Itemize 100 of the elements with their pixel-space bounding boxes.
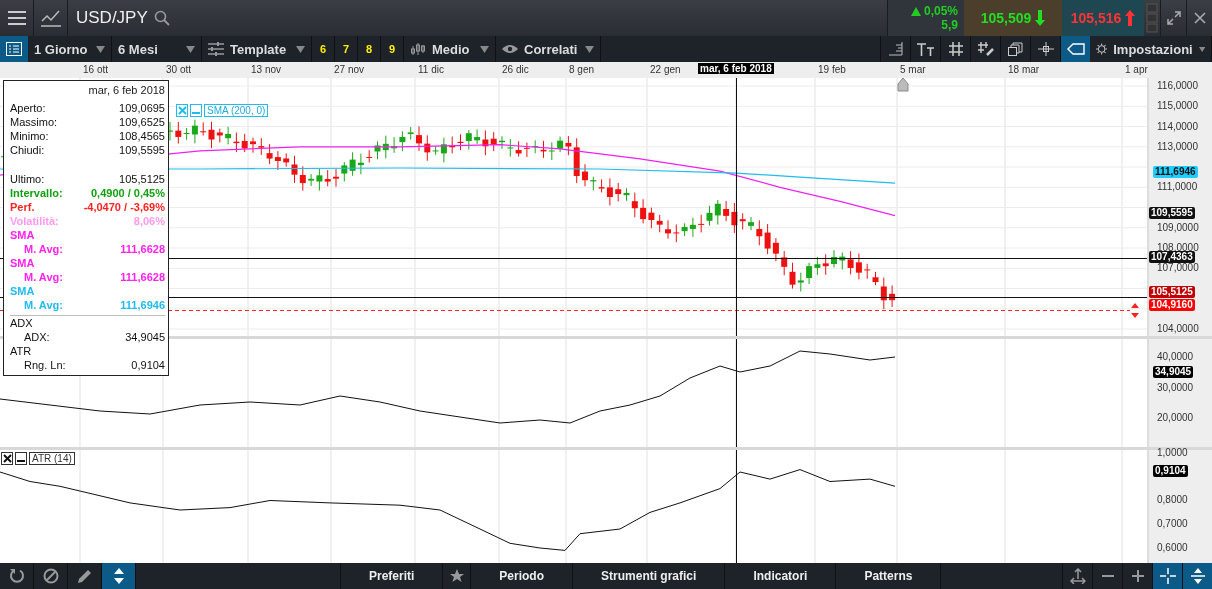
date-label: 30 ott [166,64,192,75]
date-label: 8 gen [569,64,595,75]
bottom-tab[interactable]: Periodo [471,563,574,589]
line-chart-icon [40,9,61,27]
axis-tick-label: 20,0000 [1157,412,1194,423]
eye-icon [502,44,518,54]
caret-icon [585,45,594,53]
info-value: 34,9045 [125,330,165,344]
minimize-icon [192,112,200,114]
info-value: 109,0695 [119,101,165,115]
axis-tick-label: 40,0000 [1157,351,1194,362]
axis-tick-label: 0,8000 [1157,494,1188,505]
grid-icon [948,42,963,56]
pencil-icon [76,568,93,584]
plus-icon [1131,570,1144,582]
tag-icon [1066,43,1085,55]
info-label: SMA [10,284,35,298]
date-label: 11 dic [418,64,444,75]
info-value: 0,9104 [131,358,165,372]
price-tag: 109,5595 [1149,207,1195,219]
info-value: 8,06% [133,214,165,228]
close-icon [1193,12,1206,24]
crosshair-icon [1159,568,1176,584]
sliders-icon [208,42,224,56]
axis-tick-label: 115,0000 [1157,100,1198,111]
date-label: 16 ott [83,64,109,75]
value-tag: 34,9045 [1153,366,1194,378]
axis-tick-label: 104,0000 [1157,323,1199,334]
info-label: Rng. Ln: [24,358,66,372]
date-label: 19 feb [818,64,846,75]
caret-icon [96,45,105,53]
info-label: Chiudi: [10,143,45,157]
bottom-tab[interactable]: Preferiti [341,563,444,589]
grid-pen-icon [977,42,994,56]
info-value: 105,5125 [119,172,165,186]
ruler-icon [888,42,903,56]
price-tag: 104,9160 [1149,299,1195,311]
bottom-tool-button[interactable] [1152,563,1182,589]
info-value: 109,6525 [119,115,165,129]
copy-icon [1008,42,1023,56]
info-label: Perf. [10,200,35,214]
axis-tick-label: 107,0000 [1157,262,1199,273]
info-value: 111,6946 [120,298,165,312]
axis-tick-label: 111,0000 [1157,181,1198,192]
expand-icon [1166,11,1181,25]
info-label: Ultimo: [10,172,45,186]
caret-icon [480,45,489,53]
list-button[interactable] [0,36,28,62]
date-label: 1 apr [1125,64,1148,75]
axis-tick-label: 109,0000 [1157,222,1199,233]
price-tag: 107,4363 [1149,251,1195,263]
bottom-tool-button[interactable] [102,563,136,589]
axis-tick-label: 0,6000 [1157,542,1188,553]
up-down-icon [1190,568,1205,584]
date-label: 18 mar [1008,64,1040,75]
remove-indicator-button[interactable] [1,452,13,465]
crosshair-icon [1037,42,1054,56]
info-value: 0,4900 / 0,45% [91,186,165,200]
bottom-tab[interactable]: Patterns [836,563,942,589]
sell-price-button[interactable]: 105,509 [964,0,1062,36]
gear-icon [1096,41,1108,57]
bottom-tool-button[interactable] [1182,563,1212,589]
move-icon [1069,568,1086,584]
down-arrow-icon [1035,10,1046,26]
toolbar-tool-button[interactable] [1060,36,1090,62]
close-icon [177,106,187,115]
date-label: 27 nov [334,64,365,75]
minimize-button[interactable] [15,452,27,465]
indicator-legend: ATR (14) [29,452,75,465]
info-label: SMA [10,228,35,242]
info-label: M. Avg: [24,242,63,256]
info-label: ATR [10,344,32,358]
refresh-icon [8,568,25,584]
symbol-title: USD/JPY [76,8,148,28]
up-arrow-icon [1125,10,1136,26]
value-tag: 0,9104 [1153,465,1188,477]
info-value: 109,5595 [119,143,165,157]
bottom-tab[interactable]: Strumenti grafici [573,563,726,589]
info-value: -4,0470 / -3,69% [83,200,165,214]
axis-tick-label: 114,0000 [1157,121,1198,132]
caret-icon [186,45,195,53]
info-value: 111,6628 [120,242,165,256]
marker-icon [897,78,909,92]
bottom-tab[interactable]: Indicatori [725,563,837,589]
text-size-icon [916,42,935,56]
date-label: 26 dic [502,64,529,75]
date-label: 22 gen [650,64,681,75]
list-icon [6,42,22,56]
search-icon[interactable] [153,10,170,26]
axis-tick-label: 1,0000 [1157,447,1188,458]
up-down-icon [112,568,125,584]
indicator-legend: SMA (200, 0) [204,104,269,117]
info-date: mar, 6 feb 2018 [87,83,165,98]
axis-tick-label: 116,0000 [1157,80,1198,91]
info-value: 108,4565 [119,129,165,143]
candlestick-icon [410,42,426,56]
change-percent: 0,05% [923,4,958,18]
axis-tick-label: 108,0000 [1157,242,1199,253]
date-label: 13 nov [251,64,282,75]
ban-icon [42,568,59,584]
